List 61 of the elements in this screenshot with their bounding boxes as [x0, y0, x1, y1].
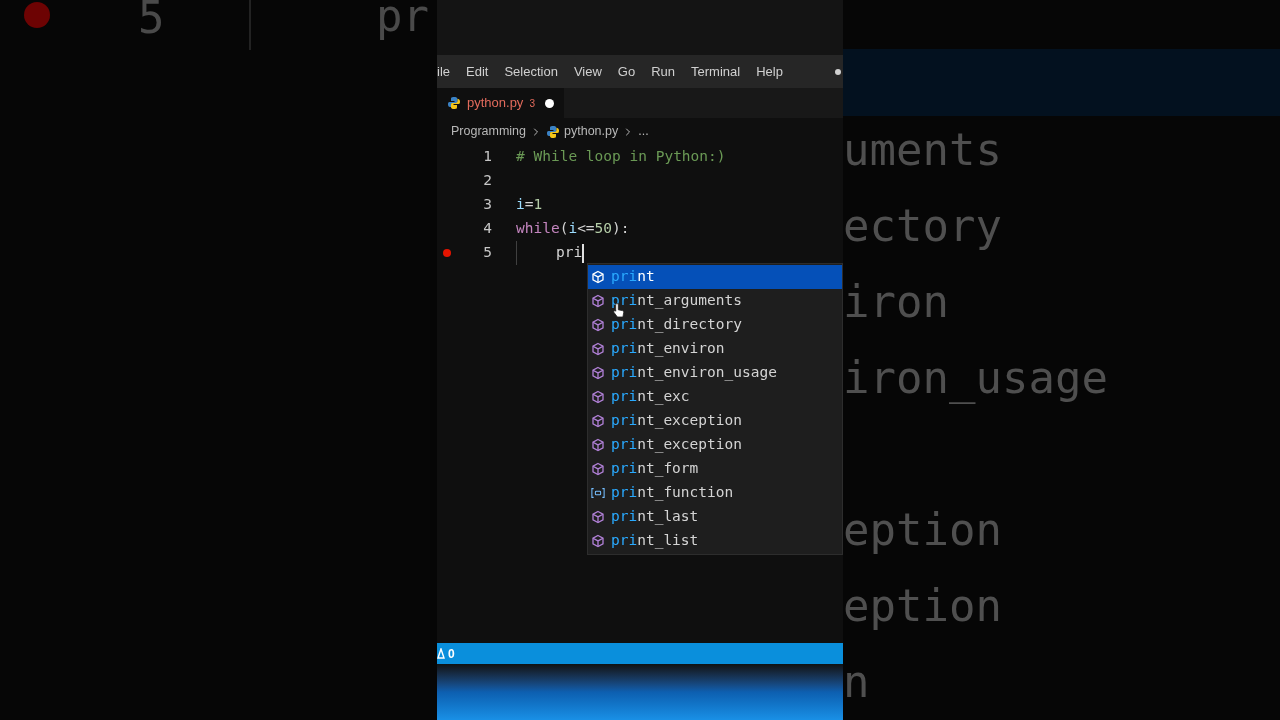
line-number: 1: [482, 147, 492, 167]
line-number: 4: [482, 219, 492, 239]
code-line: pri: [556, 243, 583, 263]
cube-icon: [591, 342, 605, 356]
cube-icon: [591, 318, 605, 332]
code-text: iron: [843, 276, 949, 327]
suggestion-item[interactable]: print_exception: [588, 433, 842, 457]
code-line: i=1: [516, 195, 543, 215]
suggestion-item[interactable]: print_last: [588, 505, 842, 529]
menu-item[interactable]: Edit: [458, 61, 497, 82]
menu-item[interactable]: Go: [609, 61, 644, 82]
suggestion-item[interactable]: print_exception: [588, 409, 842, 433]
breadcrumb[interactable]: Programming: [451, 122, 527, 141]
breadcrumb[interactable]: python.py: [564, 122, 619, 141]
suggestion-item[interactable]: print_list: [588, 529, 842, 553]
code-text: uments: [843, 124, 1002, 175]
code-text: eption: [843, 580, 1002, 631]
python-icon: [447, 96, 461, 110]
line-number: 2: [482, 171, 492, 191]
code-text: iron_usage: [843, 352, 1108, 403]
python-icon: [546, 124, 561, 139]
suggestion-item[interactable]: print: [588, 265, 842, 289]
code-text: eption: [843, 504, 1002, 555]
breadcrumb[interactable]: ...: [638, 122, 649, 141]
menu-item[interactable]: View: [565, 61, 610, 82]
text-cursor: [582, 243, 585, 263]
tab-title: python.py: [467, 94, 524, 113]
editor-tab[interactable]: python.py 3: [437, 88, 564, 118]
cube-icon: [591, 462, 605, 476]
cube-icon: [591, 366, 605, 380]
code-line: # While loop in Python:): [516, 147, 726, 167]
line-number: 3: [482, 195, 492, 215]
variable-icon: [591, 487, 605, 499]
code-text: n: [843, 656, 870, 707]
suggestion-item[interactable]: print_environ: [588, 337, 842, 361]
suggestion-item[interactable]: print_function: [588, 481, 842, 505]
problem-count: 3: [529, 96, 535, 111]
cube-icon: [591, 270, 605, 284]
cube-icon: [591, 534, 605, 548]
cube-icon: [591, 294, 605, 308]
cube-icon: [591, 414, 605, 428]
warning-count[interactable]: 0: [448, 644, 455, 663]
menu-item[interactable]: ile: [437, 61, 458, 82]
suggestion-item[interactable]: print_arguments: [588, 289, 842, 313]
cube-icon: [591, 510, 605, 524]
menu-item[interactable]: Help: [748, 61, 791, 82]
suggestion-item[interactable]: print_directory: [588, 313, 842, 337]
menu-item[interactable]: Terminal: [683, 61, 749, 82]
code-text: ectory: [843, 200, 1002, 251]
suggestion-item[interactable]: print_form: [588, 457, 842, 481]
menu-item[interactable]: Run: [643, 61, 684, 82]
code-line: while(i<=50):: [516, 219, 630, 239]
line-number: 5: [482, 243, 492, 263]
suggestion-item[interactable]: print_exc: [588, 385, 842, 409]
menu-item[interactable]: Selection: [496, 61, 566, 82]
cube-icon: [591, 390, 605, 404]
cube-icon: [591, 438, 605, 452]
line-number: 5: [138, 0, 165, 44]
warning-icon[interactable]: [437, 648, 445, 659]
suggestion-item[interactable]: print_environ_usage: [588, 361, 842, 385]
code-text: pr: [376, 0, 429, 42]
